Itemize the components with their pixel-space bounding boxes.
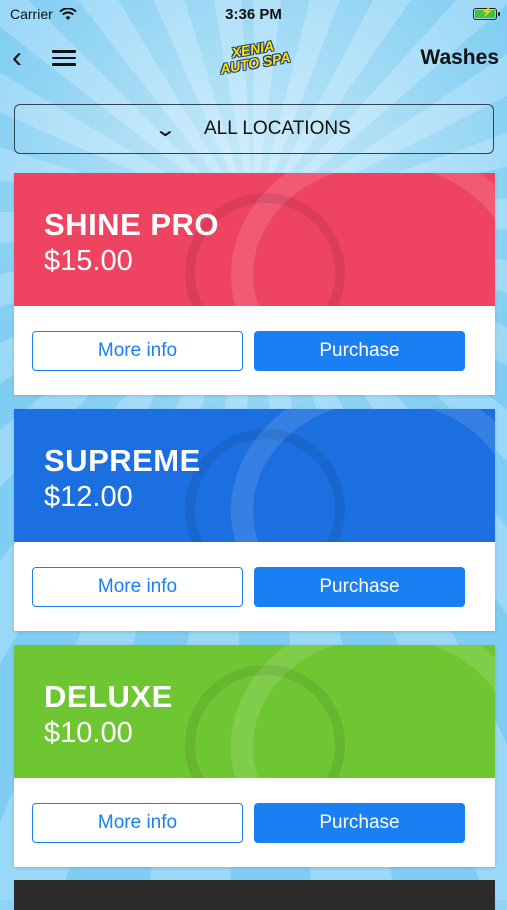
page-title: Washes: [420, 46, 499, 69]
wash-card: DELUXE $10.00 More info Purchase: [14, 645, 495, 867]
status-bar: Carrier 3:36 PM ⚡: [0, 0, 507, 28]
carrier-label: Carrier: [10, 6, 53, 22]
wash-card: SHINE PRO $15.00 More info Purchase: [14, 173, 495, 395]
more-info-button[interactable]: More info: [32, 567, 243, 607]
more-info-button[interactable]: More info: [32, 331, 243, 371]
app-logo: XENIA AUTO SPA: [216, 36, 291, 77]
wash-name: DELUXE: [44, 679, 173, 714]
back-chevron-icon[interactable]: ‹: [12, 43, 36, 73]
wifi-icon: [59, 7, 77, 20]
hamburger-menu-icon[interactable]: [52, 50, 76, 66]
wash-banner: SHINE PRO $15.00: [14, 173, 495, 306]
location-selector[interactable]: ⌄ ALL LOCATIONS: [14, 104, 494, 154]
purchase-button[interactable]: Purchase: [254, 567, 465, 607]
wash-card: SUPREME $12.00 More info Purchase: [14, 409, 495, 631]
wash-name: SUPREME: [44, 443, 201, 478]
wash-card-partial: [14, 880, 495, 910]
wash-price: $10.00: [44, 717, 133, 749]
wash-price: $15.00: [44, 245, 133, 277]
navigation-bar: ‹ XENIA AUTO SPA Washes: [0, 28, 507, 88]
location-label: ALL LOCATIONS: [203, 118, 351, 139]
more-info-button[interactable]: More info: [32, 803, 243, 843]
purchase-button[interactable]: Purchase: [254, 331, 465, 371]
battery-icon: ⚡: [473, 7, 500, 20]
purchase-button[interactable]: Purchase: [254, 803, 465, 843]
wash-banner: DELUXE $10.00: [14, 645, 495, 778]
wash-banner: SUPREME $12.00: [14, 409, 495, 542]
wash-price: $12.00: [44, 481, 133, 513]
wash-name: SHINE PRO: [44, 207, 220, 242]
chevron-down-icon: ⌄: [153, 118, 178, 141]
